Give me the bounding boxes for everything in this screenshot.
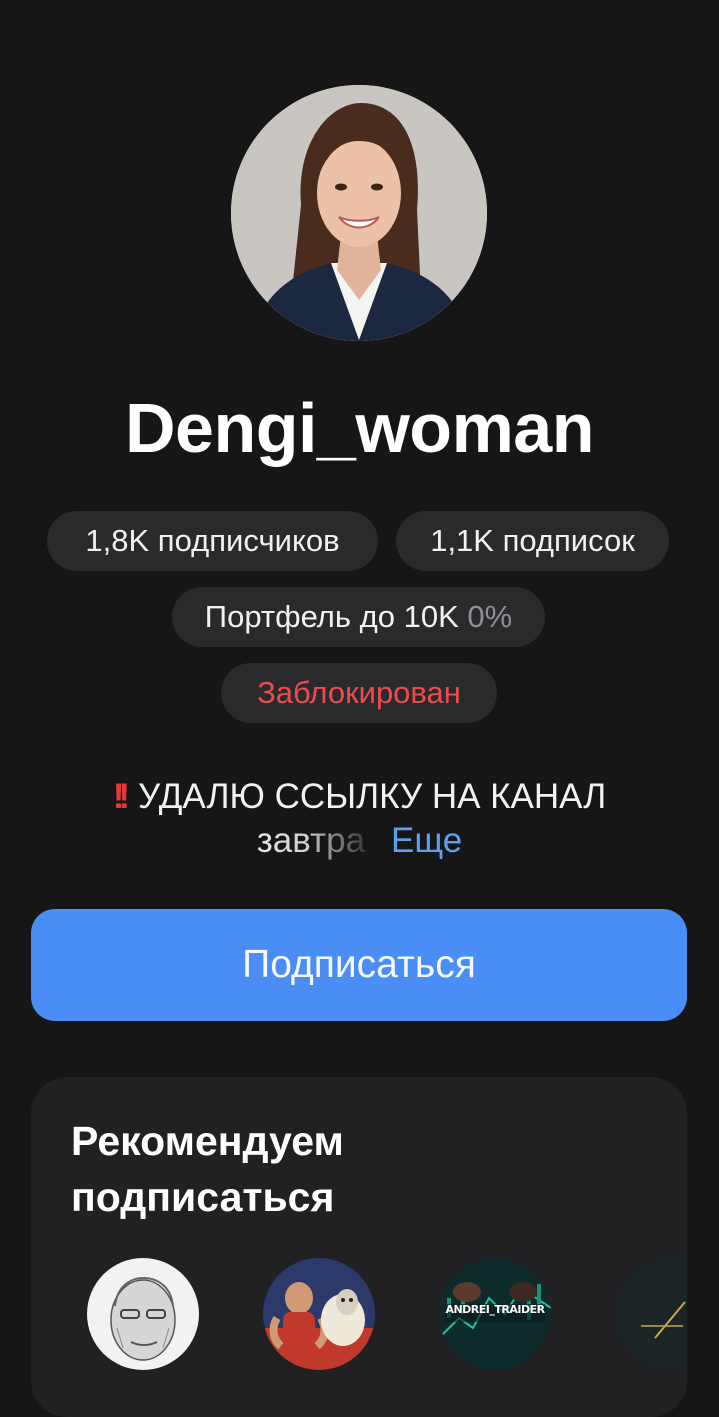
bio-line-1: УДАЛЮ ССЫЛКУ НА КАНАЛ: [138, 777, 607, 816]
recommendations-title: Рекомендуем подписаться: [71, 1113, 471, 1225]
recommendations-card: Рекомендуем подписаться ANDREI_TRAIDER: [31, 1077, 687, 1417]
bio-line-2-row: завтра Еще: [0, 818, 719, 864]
bio-line-2: завтра: [256, 821, 366, 860]
recommended-channel-avatar-1[interactable]: [87, 1258, 199, 1370]
portfolio-chip[interactable]: Портфель до 10K 0%: [172, 587, 545, 647]
recommended-channel-avatar-3-label: ANDREI_TRAIDER: [445, 1303, 545, 1316]
subscriptions-count: 1,1K подписок: [430, 523, 635, 558]
recommendations-title-line-1: Рекомендуем: [71, 1118, 344, 1164]
back-arrow-icon[interactable]: [30, 0, 50, 6]
recommended-channel-avatar-3[interactable]: ANDREI_TRAIDER: [439, 1258, 551, 1370]
recommended-channel-avatar-4[interactable]: [615, 1258, 687, 1370]
portfolio-label: Портфель до 10K: [204, 599, 459, 634]
profile-username: Dengi_woman: [124, 389, 595, 467]
subscribe-button[interactable]: Подписаться: [31, 909, 687, 1021]
portfolio-percent: 0%: [467, 599, 513, 634]
profile-bio: !! УДАЛЮ ССЫЛКУ НА КАНАЛ: [0, 774, 719, 820]
recommended-channel-avatar-2[interactable]: [263, 1258, 375, 1370]
bio-more-link[interactable]: Еще: [391, 821, 462, 860]
subscribers-chip[interactable]: 1,8K подписчиков: [47, 511, 378, 571]
profile-avatar: [231, 85, 487, 341]
recommendations-title-line-2: подписаться: [71, 1174, 335, 1220]
double-exclamation-icon: !!: [112, 777, 130, 816]
subscribers-count: 1,8K подписчиков: [85, 523, 340, 558]
status-label: Заблокирован: [257, 675, 461, 710]
subscriptions-chip[interactable]: 1,1K подписок: [396, 511, 669, 571]
status-badge: Заблокирован: [221, 663, 497, 723]
